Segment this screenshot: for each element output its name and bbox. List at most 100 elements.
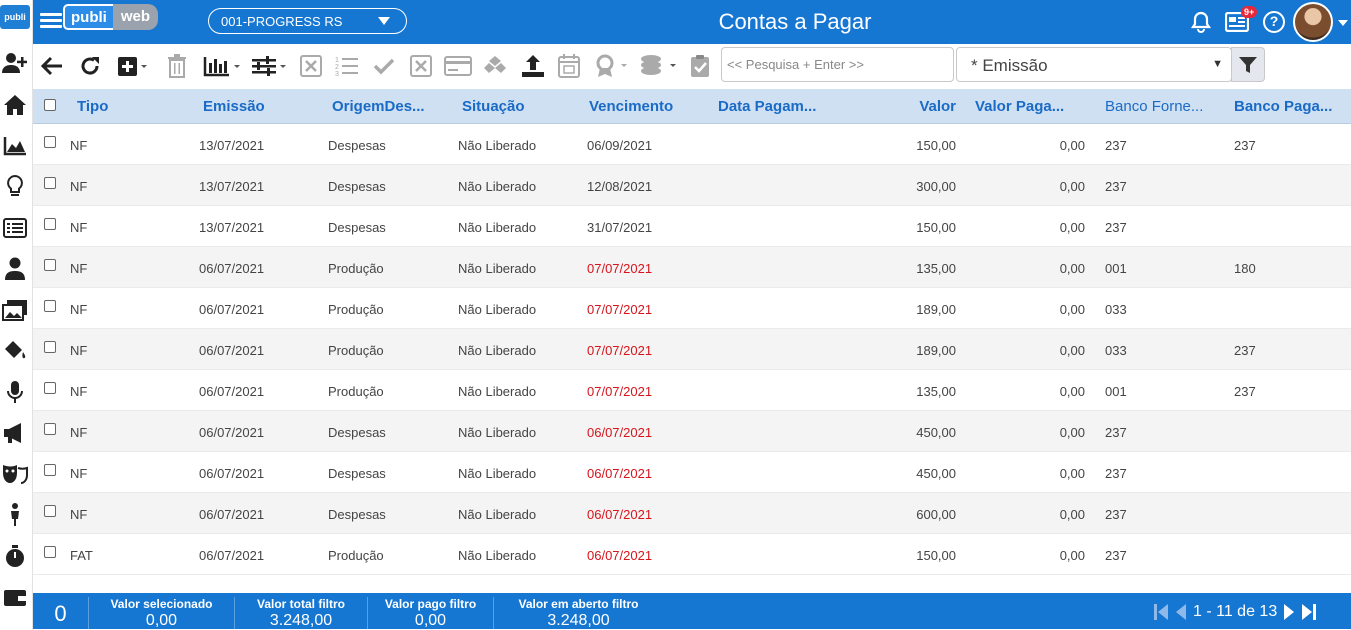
col-header-valor-pago[interactable]: Valor Paga... <box>975 98 1064 115</box>
row-vencimento: 31/07/2021 <box>587 220 653 235</box>
delete-icon[interactable] <box>167 53 187 79</box>
col-header-situacao[interactable]: Situação <box>462 98 525 115</box>
row-checkbox[interactable] <box>44 300 56 312</box>
valor-selecionado: Valor selecionado 0,00 <box>88 597 234 629</box>
table-row[interactable]: NF 06/07/2021 Despesas Não Liberado 06/07/20… <box>33 493 1351 534</box>
row-checkbox[interactable] <box>44 546 56 558</box>
table-row[interactable]: NF 06/07/2021 Produção Não Liberado 07/07/20… <box>33 288 1351 329</box>
col-header-tipo[interactable]: Tipo <box>77 98 108 115</box>
help-icon[interactable]: ? <box>1263 11 1285 33</box>
row-vencimento: 06/07/2021 <box>587 548 653 563</box>
valor-selecionado-label: Valor selecionado <box>110 597 213 611</box>
row-valor-pago: 0,00 <box>1059 179 1085 194</box>
row-valor-pago: 0,00 <box>1059 343 1085 358</box>
images-icon[interactable] <box>0 295 30 325</box>
prev-page-icon[interactable] <box>1175 603 1187 621</box>
row-banco-fornecedor: 237 <box>1105 548 1127 563</box>
numbered-list-icon[interactable]: 123 <box>335 53 359 79</box>
report-chart-menu-button[interactable] <box>203 53 243 79</box>
pagination: 1 - 11 de 13 <box>1153 603 1317 621</box>
valor-pago-label: Valor pago filtro <box>384 597 477 611</box>
adjust-columns-menu-button[interactable] <box>251 53 289 79</box>
table-row[interactable]: NF 06/07/2021 Despesas Não Liberado 06/07/20… <box>33 411 1351 452</box>
row-checkbox[interactable] <box>44 259 56 271</box>
table-row[interactable]: FAT 06/07/2021 Produção Não Liberado 06/07/2… <box>33 534 1351 575</box>
back-arrow-icon[interactable] <box>41 53 63 79</box>
row-checkbox[interactable] <box>44 382 56 394</box>
col-header-data-pagamento[interactable]: Data Pagam... <box>718 98 816 115</box>
row-banco-fornecedor: 237 <box>1105 466 1127 481</box>
clipboard-check-icon[interactable] <box>690 53 710 79</box>
pagination-label: 1 - 11 de 13 <box>1193 603 1278 620</box>
col-header-emissao[interactable]: Emissão <box>203 98 265 115</box>
person-icon[interactable] <box>0 500 30 530</box>
row-emissao: 13/07/2021 <box>199 138 265 153</box>
row-valor-pago: 0,00 <box>1059 507 1085 522</box>
table-row[interactable]: NF 06/07/2021 Produção Não Liberado 07/07/20… <box>33 370 1351 411</box>
refresh-icon[interactable] <box>79 53 101 79</box>
row-tipo: NF <box>70 343 88 358</box>
home-icon[interactable] <box>0 90 30 120</box>
megaphone-icon[interactable] <box>0 418 30 448</box>
cancel-box-2-icon[interactable] <box>410 53 432 79</box>
cancel-box-icon[interactable] <box>300 53 322 79</box>
avatar[interactable] <box>1293 2 1333 42</box>
last-page-icon[interactable] <box>1301 603 1317 621</box>
wallet-icon[interactable] <box>0 582 30 612</box>
col-header-origem[interactable]: OrigemDes... <box>332 98 425 115</box>
app-logo[interactable]: publi <box>0 5 30 29</box>
row-checkbox[interactable] <box>44 218 56 230</box>
order-by-select[interactable]: * Emissão ▼ <box>956 47 1232 82</box>
list-icon[interactable] <box>0 213 30 243</box>
award-menu-button[interactable] <box>594 53 630 79</box>
check-icon[interactable] <box>373 53 395 79</box>
add-user-icon[interactable] <box>0 48 30 78</box>
row-checkbox[interactable] <box>44 341 56 353</box>
row-checkbox[interactable] <box>44 136 56 148</box>
search-input[interactable] <box>721 47 954 82</box>
col-header-banco-pagamento[interactable]: Banco Paga... <box>1234 98 1332 115</box>
row-checkbox[interactable] <box>44 177 56 189</box>
credit-card-icon[interactable] <box>444 53 472 79</box>
row-valor: 150,00 <box>916 138 956 153</box>
valor-aberto-filtro: Valor em aberto filtro 3.248,00 <box>493 597 663 629</box>
lightbulb-icon[interactable] <box>0 172 30 202</box>
area-chart-icon[interactable] <box>0 131 30 161</box>
col-header-banco-fornecedor[interactable]: Banco Forne... <box>1105 98 1203 115</box>
row-checkbox[interactable] <box>44 505 56 517</box>
theater-masks-icon[interactable] <box>0 459 30 489</box>
bell-icon[interactable] <box>1190 11 1212 38</box>
user-tie-icon[interactable] <box>0 254 30 284</box>
first-page-icon[interactable] <box>1153 603 1169 621</box>
row-banco-pagamento: 237 <box>1234 343 1256 358</box>
avatar-caret-down-icon[interactable] <box>1338 20 1348 26</box>
add-menu-button[interactable] <box>117 53 149 79</box>
cubes-icon[interactable] <box>483 53 507 79</box>
table-row[interactable]: NF 06/07/2021 Produção Não Liberado 07/07/20… <box>33 329 1351 370</box>
paint-bucket-icon[interactable] <box>0 336 30 366</box>
table-row[interactable]: NF 06/07/2021 Produção Não Liberado 07/07/20… <box>33 247 1351 288</box>
stopwatch-icon[interactable] <box>0 541 30 571</box>
row-banco-fornecedor: 001 <box>1105 261 1127 276</box>
row-origem: Despesas <box>328 507 386 522</box>
row-situacao: Não Liberado <box>458 302 537 317</box>
row-valor-pago: 0,00 <box>1059 302 1085 317</box>
row-valor-pago: 0,00 <box>1059 138 1085 153</box>
row-checkbox[interactable] <box>44 464 56 476</box>
table-row[interactable]: NF 13/07/2021 Despesas Não Liberado 31/07/20… <box>33 206 1351 247</box>
microphone-icon[interactable] <box>0 377 30 407</box>
row-checkbox[interactable] <box>44 423 56 435</box>
upload-icon[interactable] <box>521 53 545 79</box>
table-row[interactable]: NF 13/07/2021 Despesas Não Liberado 12/08/20… <box>33 165 1351 206</box>
table-row[interactable]: NF 13/07/2021 Despesas Não Liberado 06/09/20… <box>33 124 1351 165</box>
valor-total-value: 3.248,00 <box>269 612 333 629</box>
col-header-vencimento[interactable]: Vencimento <box>589 98 673 115</box>
calendar-icon[interactable] <box>558 53 580 79</box>
coins-menu-button[interactable] <box>639 53 679 79</box>
select-all-checkbox[interactable] <box>44 99 56 111</box>
table-row[interactable]: NF 06/07/2021 Despesas Não Liberado 06/07/20… <box>33 452 1351 493</box>
col-header-valor[interactable]: Valor <box>919 98 956 115</box>
next-page-icon[interactable] <box>1283 603 1295 621</box>
row-banco-pagamento: 237 <box>1234 138 1256 153</box>
filter-button[interactable] <box>1231 47 1265 82</box>
